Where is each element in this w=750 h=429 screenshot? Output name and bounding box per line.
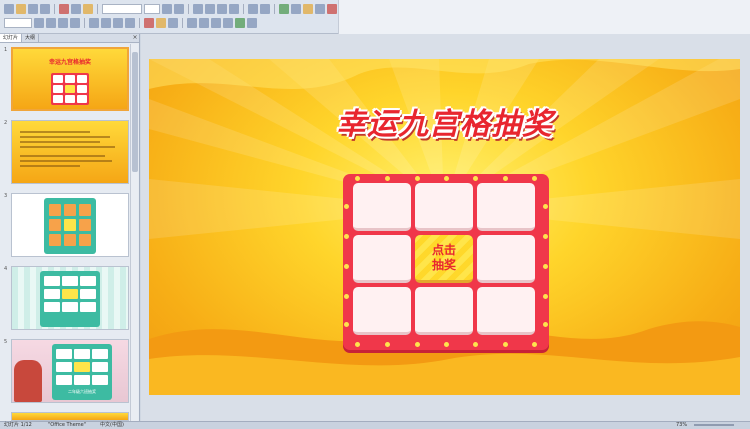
character-illustration: [14, 360, 42, 402]
divider: [243, 4, 244, 14]
layout-icon[interactable]: [291, 4, 301, 14]
thumbnail-image: [11, 412, 129, 421]
shrink-font-icon[interactable]: [174, 4, 184, 14]
divider: [97, 4, 98, 14]
zoom-icon[interactable]: [247, 18, 257, 28]
toolbar-row-1: [4, 3, 361, 15]
font-size-combo[interactable]: [144, 4, 160, 14]
slide-number: 2: [4, 120, 8, 126]
justify-icon[interactable]: [229, 4, 239, 14]
scrollbar-thumb[interactable]: [132, 52, 138, 172]
divider: [188, 4, 189, 14]
current-slide[interactable]: 幸运九宫格抽奖 点击 抽奖: [149, 59, 740, 395]
italic-icon[interactable]: [46, 18, 56, 28]
picture-icon[interactable]: [303, 4, 313, 14]
panel-tabs: 幻灯片 大纲 ×: [0, 34, 139, 43]
theme-name: "Office Theme": [48, 422, 87, 428]
chart-icon[interactable]: [327, 4, 337, 14]
panel-scrollbar[interactable]: [130, 44, 138, 421]
draw-lottery-button[interactable]: 点击 抽奖: [415, 235, 473, 283]
arrange-icon[interactable]: [199, 18, 209, 28]
divider: [84, 18, 85, 28]
align-center-icon[interactable]: [205, 4, 215, 14]
bold-icon[interactable]: [34, 18, 44, 28]
divider: [182, 18, 183, 28]
language-indicator: 中文(中国): [100, 422, 124, 428]
open-icon[interactable]: [16, 4, 26, 14]
fill-color-icon[interactable]: [156, 18, 166, 28]
new-slide-icon[interactable]: [279, 4, 289, 14]
prize-cell-8[interactable]: [415, 287, 473, 335]
close-icon[interactable]: ×: [131, 34, 139, 42]
tab-slides[interactable]: 幻灯片: [0, 34, 23, 42]
thumbnail-image: [11, 266, 129, 330]
prize-cell-7[interactable]: [353, 287, 411, 335]
zoom-level[interactable]: 73%: [676, 422, 687, 429]
outdent-icon[interactable]: [125, 18, 135, 28]
slides-panel: 幻灯片 大纲 × 1 幸运九宫格抽奖 2 3 4 5 二年级六班抽奖: [0, 34, 140, 421]
slide-number: 3: [4, 193, 8, 199]
group-icon[interactable]: [211, 18, 221, 28]
save-icon[interactable]: [28, 4, 38, 14]
bullets-icon[interactable]: [89, 18, 99, 28]
prize-cell-3[interactable]: [477, 183, 535, 231]
table-icon[interactable]: [315, 4, 325, 14]
prize-cell-1[interactable]: [353, 183, 411, 231]
zoom-slider[interactable]: [694, 424, 734, 426]
slide-number: 4: [4, 266, 8, 272]
thumbnail-image: 幸运九宫格抽奖: [11, 47, 129, 111]
slide-counter: 幻灯片 1/12: [4, 422, 32, 428]
rotate-icon[interactable]: [223, 18, 233, 28]
slide-title[interactable]: 幸运九宫格抽奖: [149, 99, 740, 143]
align-right-icon[interactable]: [217, 4, 227, 14]
tab-outline[interactable]: 大纲: [22, 34, 40, 42]
thumbnail-caption: 二年级六班抽奖: [68, 389, 96, 394]
slide-editing-area: 幸运九宫格抽奖 点击 抽奖: [141, 34, 750, 421]
paste-icon[interactable]: [83, 4, 93, 14]
indent-icon[interactable]: [113, 18, 123, 28]
numbering-icon[interactable]: [101, 18, 111, 28]
shapes-icon[interactable]: [187, 18, 197, 28]
ribbon-empty-area: [338, 0, 750, 34]
draw-button-line-2: 抽奖: [431, 257, 456, 272]
cut-icon[interactable]: [59, 4, 69, 14]
prize-cell-9[interactable]: [477, 287, 535, 335]
thumbnail-title: 幸运九宫格抽奖: [48, 59, 91, 66]
thumbnail-image: [11, 193, 129, 257]
font-color-icon[interactable]: [144, 18, 154, 28]
align-left-icon[interactable]: [193, 4, 203, 14]
copy-icon[interactable]: [71, 4, 81, 14]
style-combo[interactable]: [4, 18, 32, 28]
slide-number: 1: [4, 47, 8, 53]
prize-cell-4[interactable]: [353, 235, 411, 283]
new-icon[interactable]: [4, 4, 14, 14]
divider: [54, 4, 55, 14]
thumbnail-image: [11, 120, 129, 184]
prize-cell-2[interactable]: [415, 183, 473, 231]
undo-icon[interactable]: [248, 4, 258, 14]
prize-cell-6[interactable]: [477, 235, 535, 283]
grow-font-icon[interactable]: [162, 4, 172, 14]
draw-button-line-1: 点击: [431, 242, 456, 257]
thumbnail-image: 二年级六班抽奖: [11, 339, 129, 403]
toolbar-row-2: [4, 17, 257, 29]
thumbnail-board: [51, 73, 89, 105]
slide-number: 5: [4, 339, 8, 345]
status-bar: 幻灯片 1/12 "Office Theme" 中文(中国) 73%: [0, 421, 750, 429]
line-color-icon[interactable]: [168, 18, 178, 28]
redo-icon[interactable]: [260, 4, 270, 14]
ribbon-toolbar: [0, 0, 750, 34]
print-icon[interactable]: [40, 4, 50, 14]
underline-icon[interactable]: [58, 18, 68, 28]
slideshow-icon[interactable]: [235, 18, 245, 28]
lottery-board: 点击 抽奖: [343, 174, 549, 350]
font-name-combo[interactable]: [102, 4, 142, 14]
divider: [139, 18, 140, 28]
divider: [274, 4, 275, 14]
shadow-icon[interactable]: [70, 18, 80, 28]
